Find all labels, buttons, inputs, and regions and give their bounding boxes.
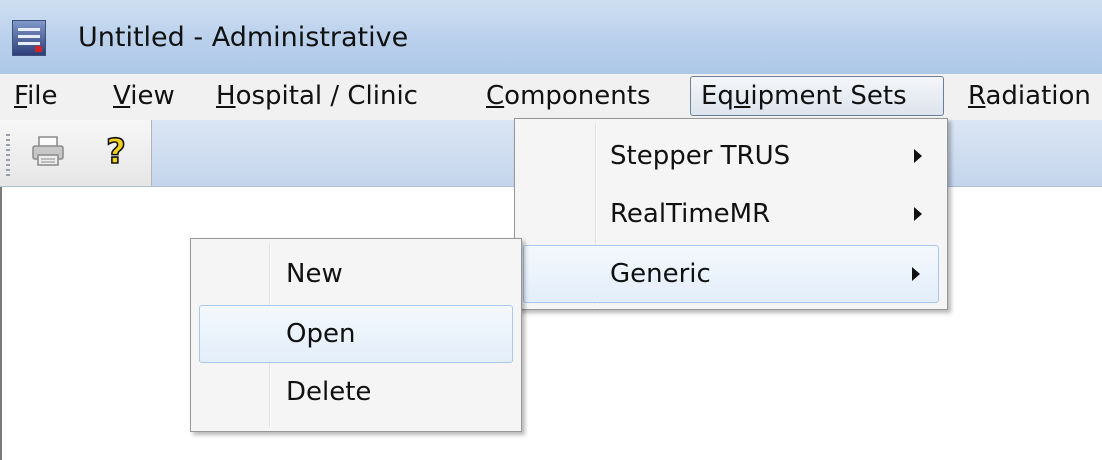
menu-components[interactable]: Components [486, 74, 651, 120]
printer-icon[interactable] [28, 128, 68, 174]
menu-item-realtimemr[interactable]: RealTimeMR [518, 185, 944, 243]
generic-submenu: New Open Delete [190, 238, 522, 432]
menu-item-label: Open [286, 319, 356, 349]
help-icon[interactable]: ? [96, 128, 136, 174]
title-bar: Untitled - Administrative [0, 0, 1102, 75]
menu-item-stepper-trus[interactable]: Stepper TRUS [518, 127, 944, 185]
svg-text:?: ? [106, 132, 126, 171]
menu-file[interactable]: File [14, 74, 58, 120]
toolbar-strip: ? [0, 120, 152, 186]
menu-item-generic[interactable]: Generic [523, 245, 939, 303]
app-icon[interactable] [12, 20, 46, 56]
submenu-arrow-icon [914, 207, 922, 221]
menu-item-open[interactable]: Open [199, 305, 513, 363]
toolbar-grip[interactable] [6, 134, 10, 176]
menu-bar: File View Hospital / Clinic Components E… [0, 74, 1102, 120]
menu-item-label: Stepper TRUS [610, 141, 791, 171]
menu-radiation[interactable]: Radiation [968, 74, 1091, 120]
menu-item-new[interactable]: New [194, 245, 518, 303]
menu-equipment-sets[interactable]: Equipment Sets [690, 76, 944, 116]
menu-item-delete[interactable]: Delete [194, 363, 518, 421]
submenu-arrow-icon [914, 149, 922, 163]
menu-item-label: Delete [286, 377, 372, 407]
menu-item-label: RealTimeMR [610, 199, 771, 229]
window-title: Untitled - Administrative [78, 22, 409, 53]
menu-view[interactable]: View [113, 74, 175, 120]
equipment-sets-menu: Stepper TRUS RealTimeMR Generic [514, 118, 948, 310]
menu-item-label: Generic [610, 259, 711, 289]
menu-hospital-clinic[interactable]: Hospital / Clinic [216, 74, 418, 120]
menu-item-label: New [286, 259, 343, 289]
submenu-arrow-icon [912, 267, 920, 281]
